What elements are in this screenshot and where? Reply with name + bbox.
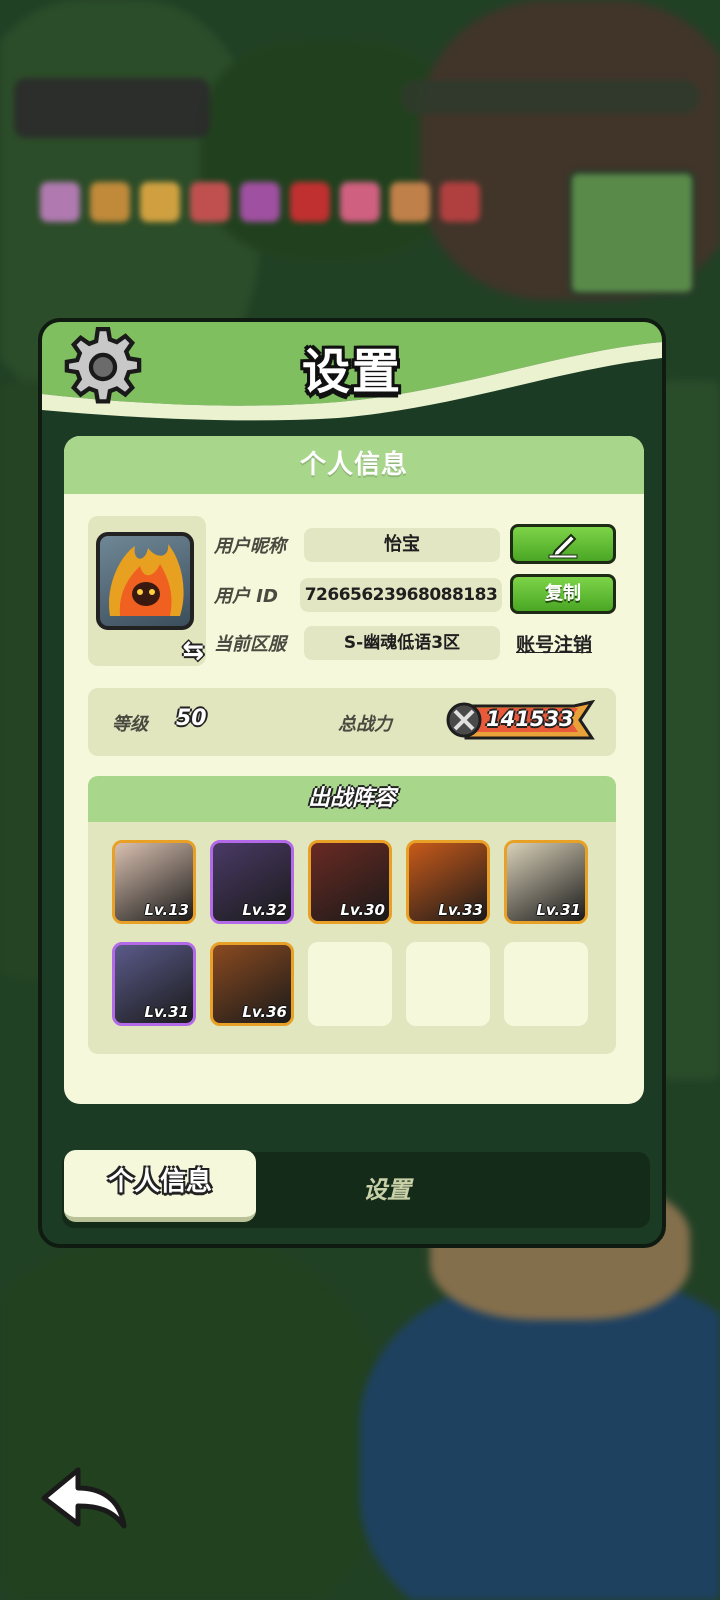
user-id-value: 7266562396808818​3 [300,578,502,612]
delete-account-link[interactable]: 账号注销 [516,630,592,657]
switch-avatar-icon[interactable]: ⇆ [182,636,204,666]
hero-level: Lv.30 [340,901,385,919]
flame-hero-portrait [109,544,184,616]
panel-title: 设置 [301,344,402,400]
server-label: 当前区服 [214,634,286,655]
hero-level: Lv.33 [438,901,483,919]
nickname-value: 怡宝 [304,528,500,562]
player-hud [14,78,210,138]
back-arrow-icon[interactable] [38,1462,128,1532]
hero-level: Lv.13 [144,901,189,919]
level-label: 等级 [112,714,148,735]
user-id-label: 用户 ID [214,586,278,607]
avatar-frame: ⇆ [88,516,206,666]
hero-strip [40,182,480,222]
hero-level: Lv.31 [536,901,581,919]
power-label: 总战力 [338,714,392,735]
empty-hero-slot[interactable] [406,942,490,1026]
avatar[interactable] [96,532,194,630]
empty-hero-slot[interactable] [504,942,588,1026]
lineup-title: 出战阵容 [88,776,616,822]
tab-personal-info[interactable]: 个人信息 [64,1150,256,1222]
lineup-grid: Lv.13 Lv.32 Lv.30 Lv.33 Lv.31 Lv.31 Lv.36 [112,840,588,1026]
hero-slot[interactable]: Lv.30 [308,840,392,924]
level-value: 50 [176,706,207,731]
personal-info-card: 个人信息 ⇆ 用户昵称 怡宝 用户 ID 7266562396808818​3 … [64,436,644,1104]
hero-level: Lv.36 [242,1003,287,1021]
hero-slot[interactable]: Lv.36 [210,942,294,1026]
settings-panel: 设置 个人信息 ⇆ 用户昵称 怡宝 用户 ID 7266562396808818… [38,318,666,1248]
power-value: 141533 [486,707,574,731]
edit-nickname-button[interactable] [510,524,616,564]
tab-settings[interactable]: 设置 [322,1152,452,1224]
tab-bar: 个人信息 设置 [62,1150,650,1228]
nickname-label: 用户昵称 [214,536,286,557]
pencil-icon [548,533,578,559]
hero-slot[interactable]: Lv.33 [406,840,490,924]
lineup-section: 出战阵容 Lv.13 Lv.32 Lv.30 Lv.33 Lv.31 Lv.31 Lv.36 [88,776,616,1054]
hero-slot[interactable]: Lv.31 [112,942,196,1026]
card-title: 个人信息 [64,436,644,494]
hero-slot[interactable]: Lv.32 [210,840,294,924]
copy-id-button[interactable]: 复制 [510,574,616,614]
hero-slot[interactable]: Lv.31 [504,840,588,924]
resource-bar [400,80,700,114]
hero-level: Lv.31 [144,1003,189,1021]
hero-slot[interactable]: Lv.13 [112,840,196,924]
server-value: S-幽魂低语3区 [304,626,500,660]
hero-level: Lv.32 [242,901,287,919]
minimap [568,170,696,296]
empty-hero-slot[interactable] [308,942,392,1026]
stats-bar: 等级 50 总战力 141533 [88,688,616,756]
